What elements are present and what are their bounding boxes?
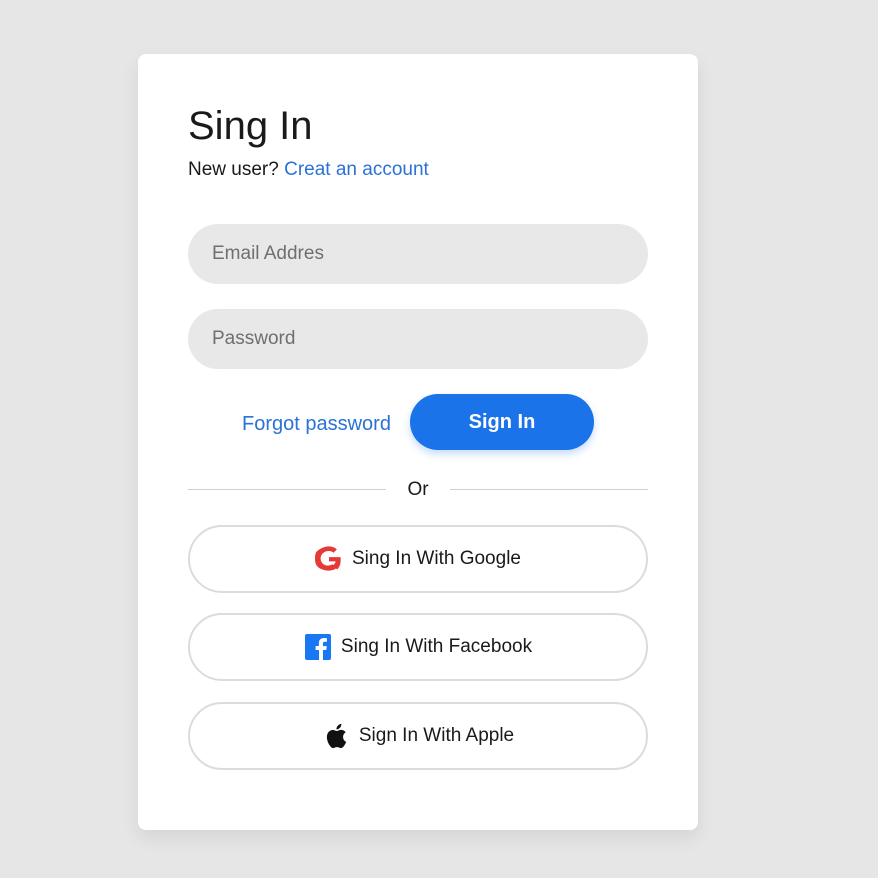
facebook-icon — [304, 633, 332, 661]
google-icon — [315, 545, 343, 573]
new-user-text: New user? Creat an account — [188, 159, 429, 181]
divider-label: Or — [407, 479, 429, 500]
facebook-signin-label: Sing In With Facebook — [340, 636, 533, 657]
new-user-label: New user? — [188, 159, 279, 180]
forgot-password-link[interactable]: Forgot password — [242, 412, 391, 436]
create-account-link[interactable]: Creat an account — [284, 159, 429, 180]
apple-signin-label: Sign In With Apple — [358, 725, 515, 746]
password-input[interactable] — [188, 309, 648, 369]
sign-in-button[interactable]: Sign In — [410, 394, 594, 450]
facebook-signin-button[interactable]: Sing In With Facebook — [188, 613, 648, 681]
email-input[interactable] — [188, 224, 648, 284]
google-signin-button[interactable]: Sing In With Google — [188, 525, 648, 593]
apple-signin-button[interactable]: Sign In With Apple — [188, 702, 648, 770]
divider-line-right — [450, 489, 648, 490]
apple-icon — [322, 722, 350, 750]
signin-card: Sing In New user? Creat an account Forgo… — [138, 54, 698, 830]
google-signin-label: Sing In With Google — [352, 548, 521, 569]
or-divider: Or — [188, 478, 648, 502]
page-title: Sing In — [188, 104, 313, 148]
